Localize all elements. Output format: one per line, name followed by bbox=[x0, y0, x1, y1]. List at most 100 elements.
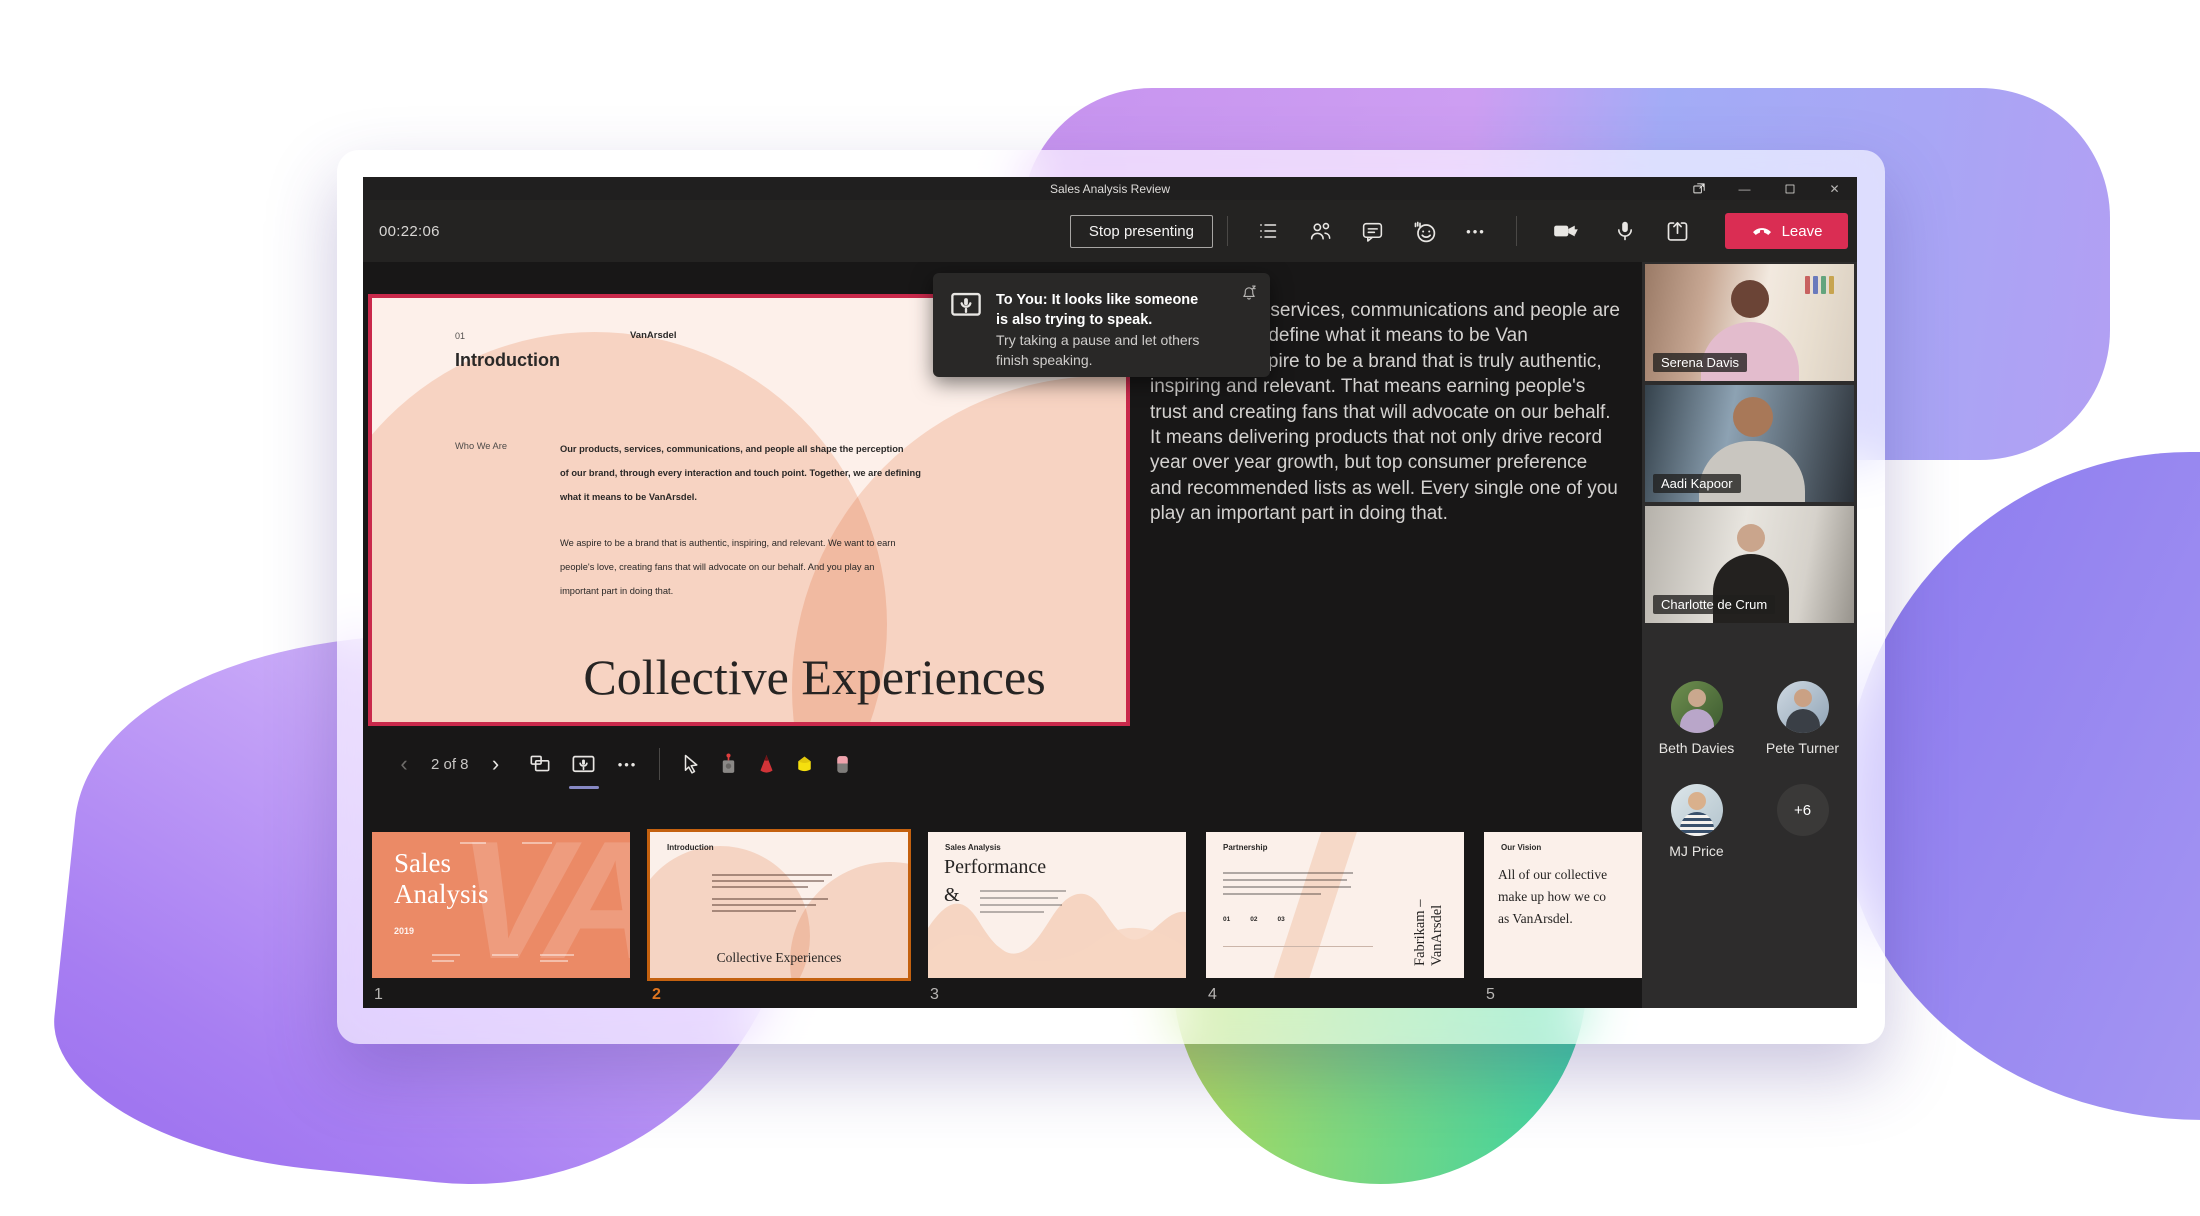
cursor-icon bbox=[679, 752, 703, 776]
thumbnail-heading: Sales Analysis bbox=[945, 843, 1001, 852]
slide-deck-view-button[interactable] bbox=[525, 747, 555, 781]
decor-waves bbox=[928, 868, 1186, 978]
camera-button[interactable]: ▾ bbox=[1542, 216, 1588, 246]
participant-avatar[interactable]: MJ Price bbox=[1646, 784, 1748, 859]
controls-divider bbox=[659, 748, 660, 780]
decor-bar bbox=[712, 880, 824, 882]
participant-avatar[interactable]: Beth Davies bbox=[1646, 681, 1748, 756]
bullet-list-icon bbox=[1256, 219, 1280, 243]
previous-slide-button[interactable]: ‹ bbox=[389, 747, 419, 781]
decor-stripe bbox=[1266, 832, 1360, 978]
slide-paragraph-line: of our brand, through every interaction … bbox=[560, 465, 921, 481]
slide-paragraph-line: what it means to be VanArsdel. bbox=[560, 489, 697, 505]
participant-avatar[interactable]: Pete Turner bbox=[1752, 681, 1854, 756]
toolbar-divider bbox=[1227, 216, 1228, 246]
more-options-button[interactable]: ••• bbox=[1461, 216, 1491, 246]
toast-title-line: is also trying to speak. bbox=[996, 310, 1199, 330]
slide-thumbnail-2-selected[interactable]: Introduction Collective Experiences bbox=[650, 832, 908, 978]
minimize-button[interactable]: — bbox=[1722, 177, 1767, 200]
slide-thumbnail-3[interactable]: Sales Analysis Performance & bbox=[928, 832, 1186, 978]
mute-notification-button[interactable] bbox=[1240, 284, 1258, 307]
participant-video-tile[interactable]: Serena Davis bbox=[1645, 264, 1854, 381]
maximize-button[interactable] bbox=[1767, 177, 1812, 200]
slides-grid-icon bbox=[527, 751, 553, 777]
slide-paragraph-line: people's love, creating fans that will a… bbox=[560, 559, 874, 575]
decor-bar bbox=[460, 842, 486, 844]
participant-name-label: Charlotte de Crum bbox=[1653, 595, 1775, 614]
overflow-participants-badge[interactable]: +6 bbox=[1777, 784, 1829, 836]
slide-filmstrip: VA Sales Analysis 2019 bbox=[372, 832, 1642, 1004]
decor-bar bbox=[540, 960, 568, 962]
popout-window-button[interactable] bbox=[1677, 177, 1722, 200]
slide-section-number: 01 bbox=[455, 331, 465, 341]
chat-button[interactable] bbox=[1357, 216, 1387, 246]
speaking-attention-toast[interactable]: To You: It looks like someone is also tr… bbox=[933, 273, 1270, 377]
slide-number-label: 1 bbox=[374, 986, 630, 1004]
slide-thumbnail-5[interactable]: Our Vision All of our collective make up… bbox=[1484, 832, 1642, 978]
meeting-timer: 00:22:06 bbox=[379, 223, 440, 240]
decor-bar bbox=[712, 886, 808, 888]
person-silhouette bbox=[1671, 681, 1723, 733]
toast-body-line: finish speaking. bbox=[996, 350, 1199, 370]
screen-share-mic-icon bbox=[570, 751, 597, 778]
mic-button[interactable] bbox=[1610, 216, 1640, 246]
popout-icon bbox=[1692, 181, 1707, 196]
agenda-button[interactable] bbox=[1253, 216, 1283, 246]
teams-meeting-window: Sales Analysis Review — ✕ 00:22:06 Stop … bbox=[363, 177, 1857, 1008]
toast-title-line: To You: It looks like someone bbox=[996, 290, 1199, 310]
screen-share-mic-icon bbox=[949, 290, 983, 320]
person-silhouette bbox=[1671, 784, 1723, 836]
maximize-icon bbox=[1784, 183, 1796, 195]
decor-bar bbox=[1223, 879, 1347, 881]
slide-paragraph-line: We aspire to be a brand that is authenti… bbox=[560, 535, 896, 551]
more-slide-tools-button[interactable]: ••• bbox=[613, 747, 643, 781]
participant-name-label: MJ Price bbox=[1669, 843, 1723, 859]
share-screen-icon bbox=[1664, 218, 1691, 245]
presenter-mode-button[interactable] bbox=[569, 747, 599, 781]
slide-thumbnail-4[interactable]: Partnership 01 02 03 Fabrikam – bbox=[1206, 832, 1464, 978]
leave-button[interactable]: Leave bbox=[1725, 213, 1848, 249]
reactions-button[interactable] bbox=[1409, 216, 1439, 246]
red-pen-icon bbox=[754, 752, 779, 777]
decor-bar bbox=[1223, 872, 1353, 874]
decor-bar bbox=[1223, 893, 1321, 895]
slide-paragraph-line: important part in doing that. bbox=[560, 583, 673, 599]
laser-pointer-tool-button[interactable] bbox=[714, 747, 744, 781]
thumbnail-heading: Our Vision bbox=[1501, 843, 1541, 852]
decor-rule bbox=[1223, 946, 1373, 947]
eraser-tool-button[interactable] bbox=[828, 747, 858, 781]
slide-brand: VanArsdel bbox=[630, 330, 676, 341]
slide-paragraph-line: Our products, services, communications, … bbox=[560, 441, 904, 457]
active-tool-underline bbox=[569, 786, 599, 790]
highlighter-tool-button[interactable] bbox=[790, 747, 820, 781]
thumbnail-ampersand: & bbox=[944, 884, 960, 907]
decor-bar bbox=[540, 954, 574, 956]
decor-bar bbox=[432, 960, 454, 962]
transcript-line: It means delivering products that not on… bbox=[1150, 425, 1642, 450]
slide-side-label: Who We Are bbox=[455, 441, 507, 451]
slide-number-label: 2 bbox=[652, 986, 908, 1004]
share-button[interactable] bbox=[1662, 216, 1692, 246]
bell-snooze-icon bbox=[1240, 284, 1258, 302]
thumbnail-vertical-title: Fabrikam – VanArsdel bbox=[1412, 844, 1446, 966]
pen-tool-button[interactable] bbox=[752, 747, 782, 781]
person-silhouette bbox=[1777, 681, 1829, 733]
participant-video-tile[interactable]: Charlotte de Crum bbox=[1645, 506, 1854, 623]
participant-video-tile[interactable]: Aadi Kapoor bbox=[1645, 385, 1854, 502]
decor-bar bbox=[712, 904, 816, 906]
close-button[interactable]: ✕ bbox=[1812, 177, 1857, 200]
camera-dropdown-caret[interactable]: ▾ bbox=[1572, 225, 1578, 238]
thumbnail-numbered-items: 01 02 03 bbox=[1223, 916, 1285, 923]
slide-thumbnail-1[interactable]: VA Sales Analysis 2019 bbox=[372, 832, 630, 978]
stop-presenting-button[interactable]: Stop presenting bbox=[1070, 215, 1213, 248]
toast-body-line: Try taking a pause and let others bbox=[996, 330, 1199, 350]
pointer-tool-button[interactable] bbox=[676, 747, 706, 781]
titlebar: Sales Analysis Review — ✕ bbox=[363, 177, 1857, 200]
leave-label: Leave bbox=[1782, 223, 1823, 240]
overflow-participants[interactable]: +6 bbox=[1752, 784, 1854, 859]
next-slide-button[interactable]: › bbox=[481, 747, 511, 781]
decor-bar bbox=[712, 874, 832, 876]
people-button[interactable] bbox=[1305, 216, 1335, 246]
chevron-left-icon: ‹ bbox=[400, 753, 407, 775]
decor-bar bbox=[1223, 886, 1351, 888]
